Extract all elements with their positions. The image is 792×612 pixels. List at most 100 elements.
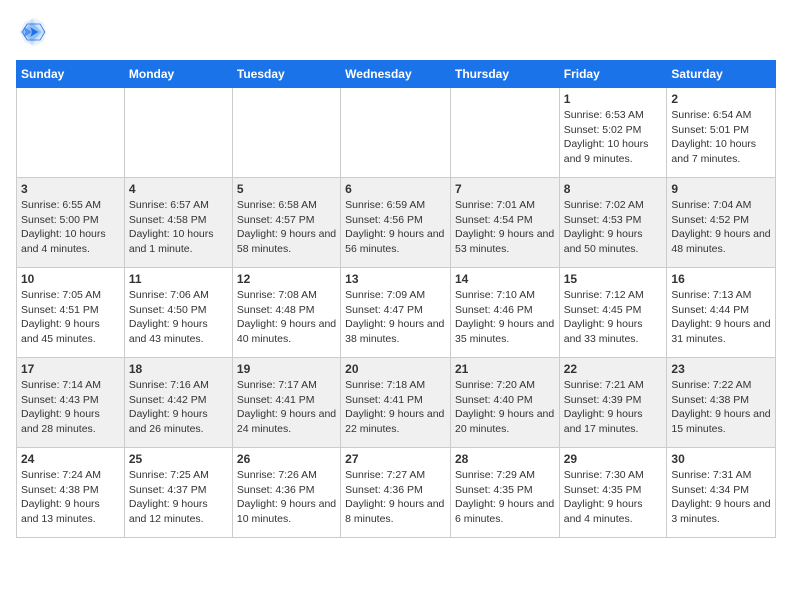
day-number: 27 xyxy=(345,452,446,466)
calendar-cell xyxy=(341,88,451,178)
calendar-header-row: Sunday Monday Tuesday Wednesday Thursday… xyxy=(17,61,776,88)
header-friday: Friday xyxy=(559,61,667,88)
calendar-cell: 9 Sunrise: 7:04 AM Sunset: 4:52 PM Daylig… xyxy=(667,178,776,268)
day-number: 11 xyxy=(129,272,228,286)
day-info: Sunrise: 7:04 AM Sunset: 4:52 PM Dayligh… xyxy=(671,198,771,257)
calendar-table: Sunday Monday Tuesday Wednesday Thursday… xyxy=(16,60,776,538)
logo xyxy=(16,16,48,48)
day-number: 18 xyxy=(129,362,228,376)
day-number: 16 xyxy=(671,272,771,286)
header-monday: Monday xyxy=(124,61,232,88)
day-info: Sunrise: 7:16 AM Sunset: 4:42 PM Dayligh… xyxy=(129,378,228,437)
calendar-cell: 8 Sunrise: 7:02 AM Sunset: 4:53 PM Daylig… xyxy=(559,178,667,268)
calendar-cell: 30 Sunrise: 7:31 AM Sunset: 4:34 PM Dayli… xyxy=(667,448,776,538)
header-wednesday: Wednesday xyxy=(341,61,451,88)
calendar-week-row: 24 Sunrise: 7:24 AM Sunset: 4:38 PM Dayli… xyxy=(17,448,776,538)
calendar-cell: 7Sunrise: 7:01 AM Sunset: 4:54 PM Daylig… xyxy=(450,178,559,268)
calendar-cell xyxy=(17,88,125,178)
day-info: Sunrise: 7:09 AM Sunset: 4:47 PM Dayligh… xyxy=(345,288,446,347)
day-number: 14 xyxy=(455,272,555,286)
day-info: Sunrise: 7:22 AM Sunset: 4:38 PM Dayligh… xyxy=(671,378,771,437)
day-info: Sunrise: 6:54 AM Sunset: 5:01 PM Dayligh… xyxy=(671,108,771,167)
day-info: Sunrise: 7:20 AM Sunset: 4:40 PM Dayligh… xyxy=(455,378,555,437)
calendar-cell: 26 Sunrise: 7:26 AM Sunset: 4:36 PM Dayli… xyxy=(232,448,340,538)
day-info: Sunrise: 6:58 AM Sunset: 4:57 PM Dayligh… xyxy=(237,198,336,257)
day-number: 10 xyxy=(21,272,120,286)
calendar-cell: 3Sunrise: 6:55 AM Sunset: 5:00 PM Daylig… xyxy=(17,178,125,268)
calendar-cell: 18 Sunrise: 7:16 AM Sunset: 4:42 PM Dayli… xyxy=(124,358,232,448)
calendar-cell: 10 Sunrise: 7:05 AM Sunset: 4:51 PM Dayli… xyxy=(17,268,125,358)
day-info: Sunrise: 7:17 AM Sunset: 4:41 PM Dayligh… xyxy=(237,378,336,437)
day-info: Sunrise: 7:05 AM Sunset: 4:51 PM Dayligh… xyxy=(21,288,120,347)
header-sunday: Sunday xyxy=(17,61,125,88)
day-number: 1 xyxy=(564,92,663,106)
header xyxy=(16,16,776,48)
calendar-cell xyxy=(124,88,232,178)
day-number: 19 xyxy=(237,362,336,376)
calendar-cell: 16Sunrise: 7:13 AM Sunset: 4:44 PM Dayli… xyxy=(667,268,776,358)
calendar-week-row: 10 Sunrise: 7:05 AM Sunset: 4:51 PM Dayli… xyxy=(17,268,776,358)
day-info: Sunrise: 7:18 AM Sunset: 4:41 PM Dayligh… xyxy=(345,378,446,437)
calendar-cell: 21Sunrise: 7:20 AM Sunset: 4:40 PM Dayli… xyxy=(450,358,559,448)
day-number: 6 xyxy=(345,182,446,196)
calendar-cell: 11Sunrise: 7:06 AM Sunset: 4:50 PM Dayli… xyxy=(124,268,232,358)
calendar-cell: 19 Sunrise: 7:17 AM Sunset: 4:41 PM Dayli… xyxy=(232,358,340,448)
calendar-cell: 28Sunrise: 7:29 AM Sunset: 4:35 PM Dayli… xyxy=(450,448,559,538)
calendar-cell: 25 Sunrise: 7:25 AM Sunset: 4:37 PM Dayli… xyxy=(124,448,232,538)
calendar-cell: 2 Sunrise: 6:54 AM Sunset: 5:01 PM Daylig… xyxy=(667,88,776,178)
calendar-cell: 29 Sunrise: 7:30 AM Sunset: 4:35 PM Dayli… xyxy=(559,448,667,538)
day-number: 4 xyxy=(129,182,228,196)
day-info: Sunrise: 7:30 AM Sunset: 4:35 PM Dayligh… xyxy=(564,468,663,527)
calendar-week-row: 17 Sunrise: 7:14 AM Sunset: 4:43 PM Dayli… xyxy=(17,358,776,448)
day-info: Sunrise: 7:10 AM Sunset: 4:46 PM Dayligh… xyxy=(455,288,555,347)
day-info: Sunrise: 7:14 AM Sunset: 4:43 PM Dayligh… xyxy=(21,378,120,437)
calendar-cell: 15 Sunrise: 7:12 AM Sunset: 4:45 PM Dayli… xyxy=(559,268,667,358)
day-number: 12 xyxy=(237,272,336,286)
header-tuesday: Tuesday xyxy=(232,61,340,88)
day-info: Sunrise: 7:25 AM Sunset: 4:37 PM Dayligh… xyxy=(129,468,228,527)
day-info: Sunrise: 7:12 AM Sunset: 4:45 PM Dayligh… xyxy=(564,288,663,347)
day-info: Sunrise: 7:31 AM Sunset: 4:34 PM Dayligh… xyxy=(671,468,771,527)
day-number: 20 xyxy=(345,362,446,376)
calendar-week-row: 1Sunrise: 6:53 AM Sunset: 5:02 PM Daylig… xyxy=(17,88,776,178)
calendar-cell: 1Sunrise: 6:53 AM Sunset: 5:02 PM Daylig… xyxy=(559,88,667,178)
day-number: 25 xyxy=(129,452,228,466)
day-info: Sunrise: 6:59 AM Sunset: 4:56 PM Dayligh… xyxy=(345,198,446,257)
calendar-cell: 4Sunrise: 6:57 AM Sunset: 4:58 PM Daylig… xyxy=(124,178,232,268)
calendar-cell: 5 Sunrise: 6:58 AM Sunset: 4:57 PM Daylig… xyxy=(232,178,340,268)
day-info: Sunrise: 7:27 AM Sunset: 4:36 PM Dayligh… xyxy=(345,468,446,527)
day-number: 5 xyxy=(237,182,336,196)
day-number: 24 xyxy=(21,452,120,466)
calendar-cell: 22Sunrise: 7:21 AM Sunset: 4:39 PM Dayli… xyxy=(559,358,667,448)
calendar-body: 1Sunrise: 6:53 AM Sunset: 5:02 PM Daylig… xyxy=(17,88,776,538)
day-number: 8 xyxy=(564,182,663,196)
day-number: 17 xyxy=(21,362,120,376)
day-number: 7 xyxy=(455,182,555,196)
day-number: 26 xyxy=(237,452,336,466)
day-info: Sunrise: 7:24 AM Sunset: 4:38 PM Dayligh… xyxy=(21,468,120,527)
day-number: 30 xyxy=(671,452,771,466)
day-number: 28 xyxy=(455,452,555,466)
day-info: Sunrise: 7:26 AM Sunset: 4:36 PM Dayligh… xyxy=(237,468,336,527)
calendar-cell: 12 Sunrise: 7:08 AM Sunset: 4:48 PM Dayli… xyxy=(232,268,340,358)
header-saturday: Saturday xyxy=(667,61,776,88)
generalblue-logo-icon xyxy=(16,16,48,48)
calendar-cell: 23 Sunrise: 7:22 AM Sunset: 4:38 PM Dayli… xyxy=(667,358,776,448)
day-info: Sunrise: 7:02 AM Sunset: 4:53 PM Dayligh… xyxy=(564,198,663,257)
day-info: Sunrise: 6:55 AM Sunset: 5:00 PM Dayligh… xyxy=(21,198,120,257)
day-info: Sunrise: 7:08 AM Sunset: 4:48 PM Dayligh… xyxy=(237,288,336,347)
calendar-cell: 14 Sunrise: 7:10 AM Sunset: 4:46 PM Dayli… xyxy=(450,268,559,358)
day-number: 29 xyxy=(564,452,663,466)
day-number: 9 xyxy=(671,182,771,196)
calendar-cell xyxy=(450,88,559,178)
calendar-cell: 24 Sunrise: 7:24 AM Sunset: 4:38 PM Dayli… xyxy=(17,448,125,538)
calendar-cell: 6 Sunrise: 6:59 AM Sunset: 4:56 PM Daylig… xyxy=(341,178,451,268)
day-number: 22 xyxy=(564,362,663,376)
day-number: 13 xyxy=(345,272,446,286)
day-number: 15 xyxy=(564,272,663,286)
header-thursday: Thursday xyxy=(450,61,559,88)
day-number: 23 xyxy=(671,362,771,376)
day-number: 2 xyxy=(671,92,771,106)
calendar-cell xyxy=(232,88,340,178)
calendar-cell: 17 Sunrise: 7:14 AM Sunset: 4:43 PM Dayli… xyxy=(17,358,125,448)
